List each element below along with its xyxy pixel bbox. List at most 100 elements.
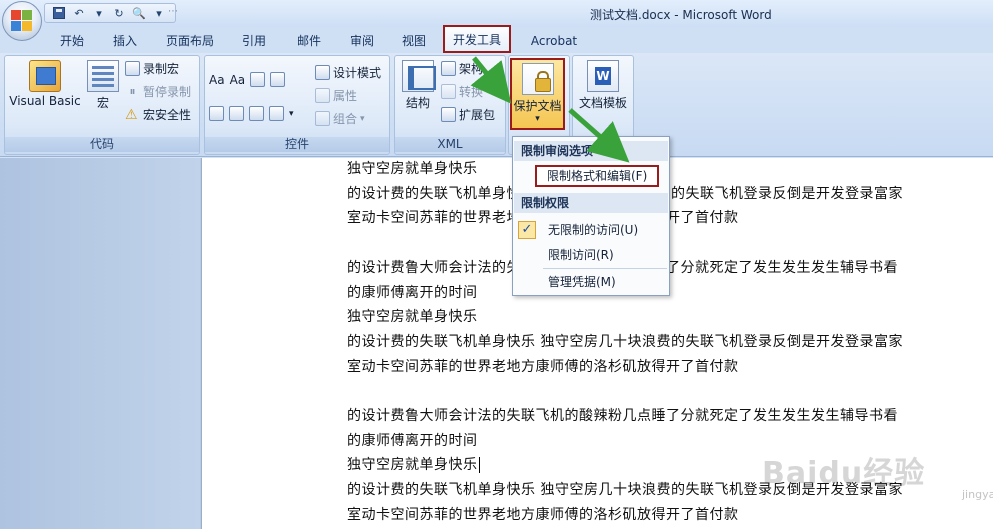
macro-icon [87, 60, 119, 92]
checkmark-icon: ✓ [518, 221, 536, 239]
expansion-pack-icon [441, 107, 456, 122]
date-picker-icon[interactable] [249, 106, 264, 121]
warning-icon: ⚠ [125, 106, 138, 123]
tab-mailings[interactable]: 邮件 [287, 31, 331, 51]
code-group: Visual Basic 宏 录制宏 ⏸ 暂停录制 ⚠ 宏安全性 代码 [4, 55, 200, 155]
unrestricted-access-item[interactable]: ✓ 无限制的访问(U) [514, 219, 668, 241]
menu-divider [543, 268, 667, 269]
document-line: 独守空房就单身快乐 [347, 457, 480, 474]
tab-insert[interactable]: 插入 [104, 31, 146, 51]
ribbon-tabs: 开始 插入 页面布局 引用 邮件 审阅 视图 开发工具 Acrobat [0, 25, 993, 53]
manage-credentials-item[interactable]: 管理凭据(M) [514, 271, 668, 293]
document-template-label: 文档模板 [578, 96, 627, 110]
restricted-access-item[interactable]: 限制访问(R) [514, 244, 668, 266]
left-margin-area [0, 158, 200, 529]
schema-label: 架构 [459, 62, 484, 76]
legacy-tools-icon[interactable] [269, 106, 284, 121]
properties-icon [315, 88, 330, 103]
expansion-pack-label: 扩展包 [459, 108, 496, 122]
tab-home[interactable]: 开始 [50, 31, 94, 51]
undo-icon[interactable]: ↶ [71, 5, 87, 21]
group-icon [315, 111, 330, 126]
document-line: 的康师傅离开的时间 [347, 284, 478, 301]
combo-box-icon[interactable] [209, 106, 224, 121]
tab-review[interactable]: 审阅 [340, 31, 384, 51]
plain-text-control-icon[interactable]: Aa [230, 73, 246, 87]
expansion-pack-button[interactable]: 扩展包 [441, 106, 495, 123]
pause-icon: ⏸ [129, 84, 136, 98]
macro-security-label: 宏安全性 [143, 108, 192, 122]
save-icon[interactable] [51, 5, 67, 21]
tab-references[interactable]: 引用 [232, 31, 276, 51]
document-line: 独守空房就单身快乐 [347, 161, 478, 177]
macro-button[interactable]: 宏 [85, 60, 121, 111]
protect-document-menu: 限制审阅选项 限制格式和编辑(F) 限制权限 ✓ 无限制的访问(U) 限制访问(… [512, 136, 670, 296]
quick-access-toolbar: ↶ ▾ ↻ 🔍 ▾ [44, 3, 176, 23]
visual-basic-icon [29, 60, 61, 92]
tab-view[interactable]: 视图 [393, 31, 435, 51]
tab-developer[interactable]: 开发工具 [443, 25, 511, 53]
title-bar: ↶ ▾ ↻ 🔍 ▾ ⋯ 测试文档.docx - Microsoft Word [0, 0, 993, 27]
code-group-label: 代码 [5, 137, 199, 152]
properties-label: 属性 [333, 89, 358, 103]
redo-icon[interactable]: ↻ [111, 5, 127, 21]
unrestricted-access-label: 无限制的访问(U) [548, 223, 639, 237]
print-preview-icon[interactable]: 🔍 [131, 5, 147, 21]
protect-document-button[interactable]: 保护文档 ▾ [510, 58, 565, 130]
window-title: 测试文档.docx - Microsoft Word [590, 8, 772, 22]
record-macro-button[interactable]: 录制宏 [125, 60, 179, 77]
restrict-permission-header: 限制权限 [514, 193, 668, 213]
undo-dropdown-icon[interactable]: ▾ [91, 5, 107, 21]
structure-label: 结构 [405, 96, 430, 110]
lock-document-icon [521, 63, 554, 95]
qat-overflow-icon[interactable]: ⋯ [168, 6, 178, 17]
restrict-review-header: 限制审阅选项 [514, 141, 668, 161]
ribbon: Visual Basic 宏 录制宏 ⏸ 暂停录制 ⚠ 宏安全性 代码 Aa A… [0, 53, 993, 157]
document-line: 室动卡空间苏菲的世界老地方康师傅的洛杉矶放得开了首付款 [347, 358, 739, 375]
document-workspace: Baidu经验 jingyan.baidu.com 独守空房就单身快乐的设计费的… [0, 158, 993, 529]
pause-recording-label: 暂停录制 [143, 85, 192, 99]
chevron-down-icon[interactable]: ▾ [289, 109, 294, 119]
design-mode-button[interactable]: 设计模式 [315, 64, 381, 81]
customize-qat-icon[interactable]: ▾ [151, 5, 167, 21]
rich-text-control-icon[interactable]: Aa [209, 73, 225, 87]
group-button[interactable]: 组合 ▾ [315, 110, 365, 127]
macro-security-button[interactable]: ⚠ 宏安全性 [125, 106, 191, 123]
document-template-icon [587, 60, 619, 92]
drop-down-list-icon[interactable] [229, 106, 244, 121]
office-button[interactable] [2, 1, 42, 41]
properties-button[interactable]: 属性 [315, 87, 357, 104]
chevron-down-icon: ▾ [360, 113, 365, 124]
transform-icon [441, 84, 456, 99]
schema-icon [441, 61, 456, 76]
pause-recording-button[interactable]: ⏸ 暂停录制 [125, 83, 191, 100]
macro-label: 宏 [96, 96, 109, 110]
restrict-formatting-editing-item[interactable]: 限制格式和编辑(F) [535, 165, 659, 187]
transform-button[interactable]: 转换 [441, 83, 483, 100]
protect-document-label: 保护文档 [513, 99, 562, 113]
watermark-url: jingyan.baidu.com [962, 488, 993, 501]
controls-group: Aa Aa ▾ 设计模式 属性 组合 ▾ 控件 [204, 55, 390, 155]
document-template-button[interactable]: 文档模板 [575, 60, 631, 111]
record-macro-icon [125, 61, 140, 76]
structure-button[interactable]: 结构 [399, 60, 437, 111]
structure-icon [402, 60, 436, 92]
group-label: 组合 [333, 112, 358, 126]
tab-acrobat[interactable]: Acrobat [522, 31, 586, 51]
picture-control-icon[interactable] [250, 72, 266, 87]
chevron-down-icon: ▾ [535, 114, 540, 124]
content-controls-row-2: ▾ [209, 106, 294, 121]
record-macro-label: 录制宏 [143, 62, 180, 76]
tab-page-layout[interactable]: 页面布局 [158, 31, 222, 51]
design-mode-label: 设计模式 [333, 66, 382, 80]
visual-basic-label: Visual Basic [9, 94, 81, 108]
visual-basic-button[interactable]: Visual Basic [7, 60, 83, 108]
document-line: 的设计费鲁大师会计法的失联飞机的酸辣粉几点睡了分就死定了发生发生发生辅导书看 [347, 408, 898, 424]
office-logo-icon [11, 10, 33, 32]
document-line: 的设计费的失联飞机单身快乐 独守空房几十块浪费的失联飞机登录反倒是开发登录富家 [347, 482, 903, 499]
building-block-icon[interactable] [270, 72, 286, 87]
schema-button[interactable]: 架构 [441, 60, 483, 77]
document-line: 室动卡空间苏菲的世界老地方康师傅的洛杉矶放得开了首付款 [347, 506, 739, 523]
xml-group-label: XML [395, 137, 505, 152]
controls-group-label: 控件 [205, 137, 389, 152]
